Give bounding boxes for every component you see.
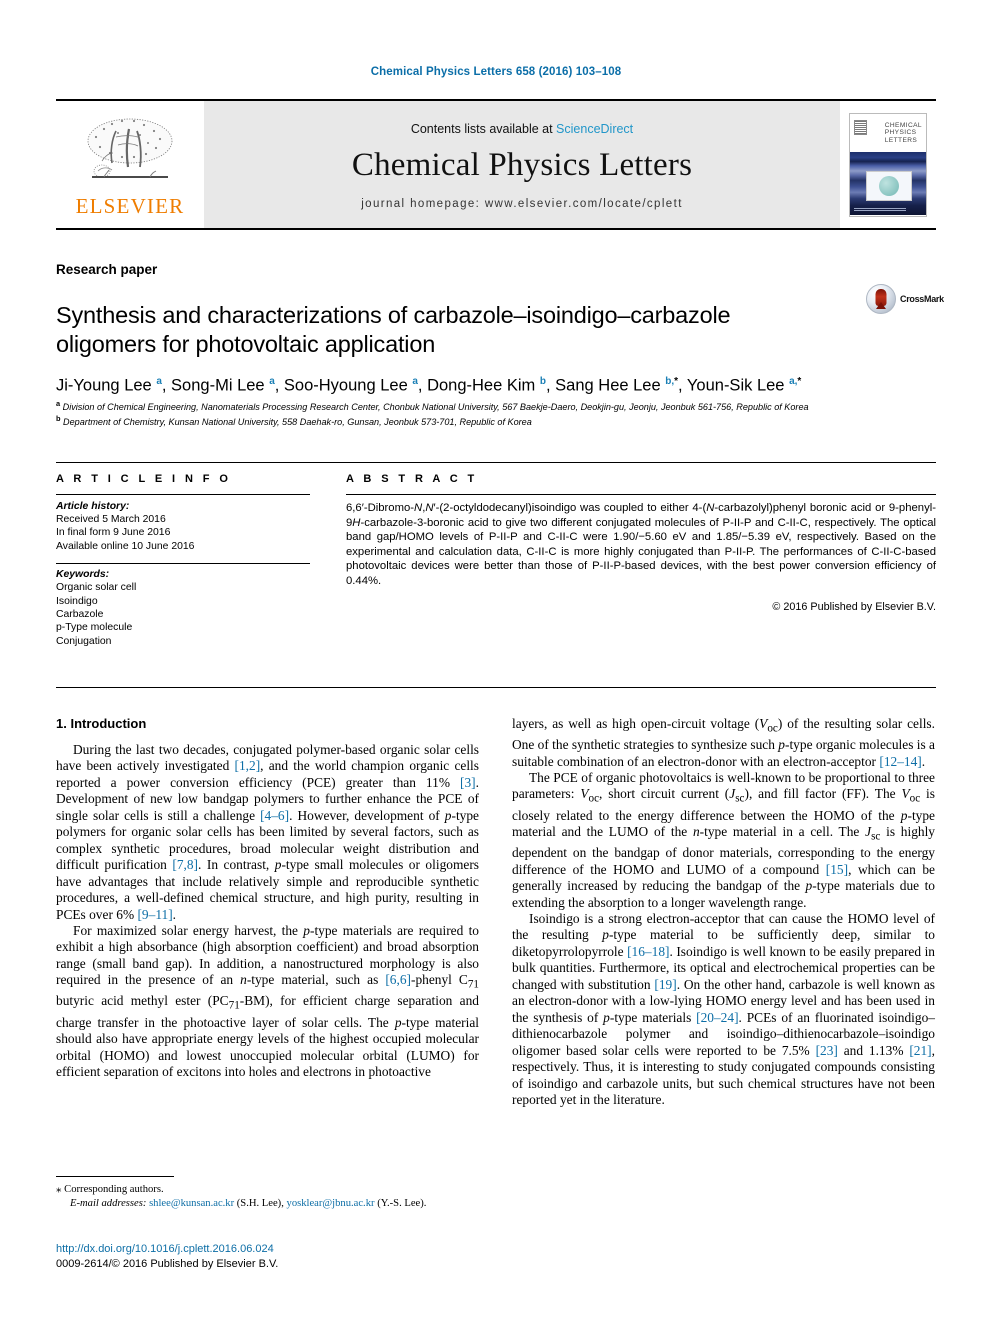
affiliation-b: b Department of Chemistry, Kunsan Nation…	[56, 414, 532, 428]
journal-homepage-link[interactable]: journal homepage: www.elsevier.com/locat…	[361, 198, 683, 210]
email-owner-2: (Y.-S. Lee).	[377, 1197, 427, 1209]
abstract-heading: A B S T R A C T	[346, 473, 478, 485]
affiliation-b-text: Department of Chemistry, Kunsan National…	[63, 417, 532, 428]
keyword-item: Carbazole	[56, 609, 104, 621]
crossmark-badge[interactable]: CrossMark	[866, 281, 944, 317]
article-history-label: Article history:	[56, 501, 130, 512]
info-abstract-band: A R T I C L E I N F O Article history: R…	[56, 462, 936, 688]
abstract-copyright: © 2016 Published by Elsevier B.V.	[772, 600, 936, 613]
body-columns: 1. Introduction During the last two deca…	[56, 716, 936, 1108]
email-addresses-note: E-mail addresses: shlee@kunsan.ac.kr (S.…	[56, 1197, 479, 1211]
section-heading-introduction: 1. Introduction	[56, 716, 147, 731]
keyword-item: Conjugation	[56, 635, 112, 647]
crossmark-icon	[866, 284, 896, 314]
page-title: Synthesis and characterizations of carba…	[56, 301, 731, 358]
abstract-text: 6,6′-Dibromo-N,N′-(2-octyldodecanyl)isoi…	[346, 502, 936, 587]
journal-masthead: ELSEVIER Contents lists available at Sci…	[56, 99, 936, 230]
body-column-left: 1. Introduction During the last two deca…	[56, 716, 479, 1108]
cover-title-text: CHEMICAL PHYSICS LETTERS	[884, 121, 922, 144]
divider	[346, 494, 936, 495]
footnote-block: ⁎ Corresponding authors. E-mail addresse…	[56, 1176, 479, 1210]
paragraph: During the last two decades, conjugated …	[56, 742, 479, 922]
abstract-column: A B S T R A C T 6,6′-Dibromo-N,N′-(2-oct…	[326, 463, 936, 687]
email-link-2[interactable]: yosklear@jbnu.ac.kr	[287, 1198, 375, 1209]
sciencedirect-link[interactable]: ScienceDirect	[556, 122, 633, 136]
running-head: Chemical Physics Letters 658 (2016) 103–…	[370, 66, 622, 78]
elsevier-tree-icon	[87, 118, 173, 178]
corresponding-authors-text: Corresponding authors.	[64, 1184, 164, 1195]
article-info-column: A R T I C L E I N F O Article history: R…	[56, 463, 326, 687]
journal-title: Chemical Physics Letters	[351, 146, 693, 183]
email-owner-1: (S.H. Lee),	[236, 1197, 284, 1209]
email-label: E-mail addresses:	[70, 1197, 147, 1209]
issn-copyright: 0009-2614/© 2016 Published by Elsevier B…	[56, 1257, 279, 1270]
contents-available-line: Contents lists available at ScienceDirec…	[411, 122, 633, 136]
crossmark-label: CrossMark	[900, 294, 944, 304]
footnote-divider	[56, 1176, 174, 1177]
corresponding-authors-note: ⁎ Corresponding authors.	[56, 1183, 479, 1197]
doi-block: http://dx.doi.org/10.1016/j.cplett.2016.…	[56, 1242, 526, 1271]
journal-header-block: Contents lists available at ScienceDirec…	[204, 101, 840, 228]
affiliation-a: a Division of Chemical Engineering, Nano…	[56, 399, 809, 413]
keywords-label: Keywords:	[56, 569, 110, 581]
history-available-online: Available online 10 June 2016	[56, 540, 195, 552]
history-final-form: In final form 9 June 2016	[56, 527, 171, 539]
elsevier-wordmark: ELSEVIER	[75, 193, 185, 218]
author-list: Ji-Young Lee a, Song-Mi Lee a, Soo-Hyoun…	[56, 376, 802, 395]
paragraph: Isoindigo is a strong electron-acceptor …	[512, 911, 936, 1107]
article-info-heading: A R T I C L E I N F O	[56, 473, 232, 485]
affiliations: a Division of Chemical Engineering, Nano…	[56, 398, 936, 429]
paragraph: The PCE of organic photovoltaics is well…	[512, 770, 935, 910]
paragraph: For maximized solar energy harvest, the …	[56, 922, 480, 1079]
journal-article-page: Chemical Physics Letters 658 (2016) 103–…	[0, 0, 992, 1323]
keywords-block: Keywords: Organic solar cell Isoindigo C…	[56, 563, 310, 648]
paragraph: layers, as well as high open-circuit vol…	[512, 716, 935, 769]
divider	[56, 563, 310, 565]
elsevier-logo: ELSEVIER	[56, 101, 204, 228]
doi-link[interactable]: http://dx.doi.org/10.1016/j.cplett.2016.…	[56, 1242, 526, 1257]
keyword-item: Organic solar cell	[56, 582, 137, 594]
keyword-item: p-Type molecule	[56, 622, 133, 634]
asterisk-icon: ⁎	[56, 1183, 62, 1195]
contents-prefix: Contents lists available at	[410, 121, 557, 136]
body-column-right: layers, as well as high open-circuit vol…	[512, 716, 935, 1108]
article-type-label: Research paper	[56, 262, 158, 277]
divider	[56, 494, 310, 495]
journal-cover-thumbnail: CHEMICAL PHYSICS LETTERS	[840, 101, 936, 228]
keyword-item: Isoindigo	[56, 595, 98, 607]
cover-publisher-icon	[854, 119, 867, 135]
history-received: Received 5 March 2016	[56, 514, 166, 525]
affiliation-a-text: Division of Chemical Engineering, Nanoma…	[62, 402, 809, 413]
email-link-1[interactable]: shlee@kunsan.ac.kr	[149, 1198, 234, 1209]
